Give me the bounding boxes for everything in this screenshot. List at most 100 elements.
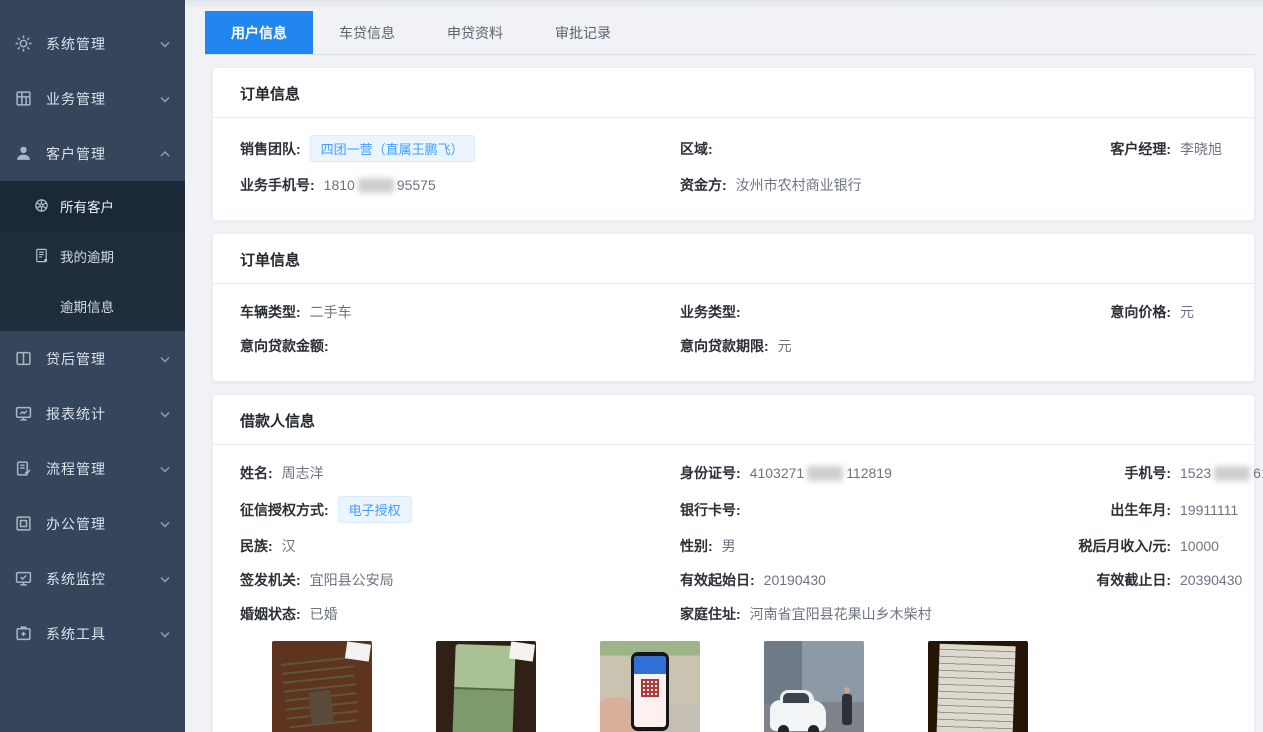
sales-team-tag[interactable]: 四团一营（直属王鹏飞） xyxy=(310,135,475,162)
field-ethnicity: 民族: 汉 xyxy=(240,535,680,557)
field-account-manager: 客户经理: 李晓旭 xyxy=(1075,135,1234,162)
redaction-blur xyxy=(807,466,843,481)
field-empty xyxy=(1075,174,1234,196)
field-name: 姓名: 周志洋 xyxy=(240,462,680,484)
phone-authorization-photo[interactable] xyxy=(600,641,700,732)
field-intended-loan-amount: 意向贷款金额: xyxy=(240,335,680,357)
field-bank-card: 银行卡号: xyxy=(680,496,1075,523)
sidebar-item-my-overdue[interactable]: 我的逾期 xyxy=(0,231,185,281)
field-sales-team: 销售团队: 四团一营（直属王鹏飞） xyxy=(240,135,680,162)
document-photo-row: 人像面 登记证书 征信授权 xyxy=(272,641,1254,732)
customer-mgmt-submenu: 所有客户 我的逾期 逾期信息 xyxy=(0,181,185,331)
sidebar-item-label: 客户管理 xyxy=(46,144,159,164)
field-vehicle-type: 车辆类型: 二手车 xyxy=(240,301,680,323)
card-title: 订单信息 xyxy=(213,68,1254,118)
monitor-icon xyxy=(14,405,32,423)
book-icon xyxy=(14,350,32,368)
tab-approval-records[interactable]: 审批记录 xyxy=(529,11,637,54)
chevron-down-icon xyxy=(159,463,171,475)
field-gender: 性别: 男 xyxy=(680,535,1075,557)
monitor-check-icon xyxy=(14,570,32,588)
e-auth-tag[interactable]: 电子授权 xyxy=(338,496,412,523)
field-issuing-authority: 签发机关: 宜阳县公安局 xyxy=(240,569,680,591)
sidebar-item-label: 系统工具 xyxy=(46,624,159,644)
field-id-number: 身份证号: 4103271112819 xyxy=(680,462,1075,484)
sidebar-item-label: 系统管理 xyxy=(46,34,159,54)
tab-car-loan-info[interactable]: 车贷信息 xyxy=(313,11,421,54)
sidebar-item-report-stats[interactable]: 报表统计 xyxy=(0,386,185,441)
sidebar-item-overdue-info[interactable]: 逾期信息 xyxy=(0,281,185,331)
sidebar-item-label: 报表统计 xyxy=(46,404,159,424)
registration-book-photo[interactable] xyxy=(436,641,536,732)
sidebar-item-system-monitor[interactable]: 系统监控 xyxy=(0,551,185,606)
photo-item: 人像面 xyxy=(272,641,372,732)
chevron-down-icon xyxy=(159,573,171,585)
field-empty xyxy=(1075,603,1263,625)
user-icon xyxy=(14,145,32,163)
chevron-down-icon xyxy=(159,93,171,105)
sidebar-item-business-mgmt[interactable]: 业务管理 xyxy=(0,71,185,126)
field-business-phone: 业务手机号: 181095575 xyxy=(240,174,680,196)
field-intended-price: 意向价格: 元 xyxy=(1075,301,1234,323)
sidebar-item-office-mgmt[interactable]: 办公管理 xyxy=(0,496,185,551)
field-monthly-income: 税后月收入/元: 10000 xyxy=(1075,535,1263,557)
gear-icon xyxy=(14,35,32,53)
notebook-icon xyxy=(34,248,50,264)
field-birth-date: 出生年月: 19911111 xyxy=(1075,496,1263,523)
field-valid-until: 有效截止日: 20390430 xyxy=(1075,569,1263,591)
tab-user-info[interactable]: 用户信息 xyxy=(205,11,313,54)
photo-item: 人车合影 xyxy=(764,641,864,732)
field-grid: 销售团队: 四团一营（直属王鹏飞） 区域: 客户经理: 李晓旭 业务手机号: 1… xyxy=(213,118,1254,220)
sidebar-item-label: 所有客户 xyxy=(60,196,114,216)
handwritten-document-photo[interactable] xyxy=(928,641,1028,732)
sidebar-item-system-tools[interactable]: 系统工具 xyxy=(0,606,185,661)
field-home-address: 家庭住址: 河南省宜阳县花果山乡木柴村 xyxy=(680,603,1075,625)
field-marital-status: 婚姻状态: 已婚 xyxy=(240,603,680,625)
sidebar-item-postloan-mgmt[interactable]: 贷后管理 xyxy=(0,331,185,386)
borrower-info-card: 借款人信息 姓名: 周志洋 身份证号: 4103271112819 手机号: 1… xyxy=(212,394,1255,732)
order-detail-card: 订单信息 车辆类型: 二手车 业务类型: 意向价格: 元 意向贷款金额: xyxy=(212,233,1255,382)
tab-loan-application-docs[interactable]: 申贷资料 xyxy=(421,11,529,54)
field-credit-auth-method: 征信授权方式: 电子授权 xyxy=(240,496,680,523)
chevron-down-icon xyxy=(159,518,171,530)
app-window: 系统管理 业务管理 客户管理 xyxy=(0,0,1263,732)
field-empty xyxy=(1075,335,1234,357)
card-title: 订单信息 xyxy=(213,234,1254,284)
chevron-down-icon xyxy=(159,38,171,50)
sidebar-nav: 系统管理 业务管理 客户管理 xyxy=(0,0,185,661)
field-valid-from: 有效起始日: 20190430 xyxy=(680,569,1075,591)
sidebar-item-customer-mgmt[interactable]: 客户管理 xyxy=(0,126,185,181)
sidebar-item-label: 逾期信息 xyxy=(60,296,114,316)
photo-item: 登记证书 xyxy=(436,641,536,732)
photo-item: 征信授权 xyxy=(600,641,700,732)
sidebar-item-system-mgmt[interactable]: 系统管理 xyxy=(0,16,185,71)
top-shadow-strip xyxy=(185,0,1263,10)
tab-bar: 用户信息 车贷信息 申贷资料 审批记录 xyxy=(205,10,1255,55)
sidebar-item-label: 贷后管理 xyxy=(46,349,159,369)
content-area: 用户信息 车贷信息 申贷资料 审批记录 订单信息 销售团队: 四团一营（直属王鹏… xyxy=(185,0,1263,732)
workflow-icon xyxy=(14,460,32,478)
wheel-icon xyxy=(34,198,50,214)
card-title: 借款人信息 xyxy=(213,395,1254,445)
sidebar-item-all-customers[interactable]: 所有客户 xyxy=(0,181,185,231)
photo-item: 其他材料 xyxy=(928,641,1028,732)
field-grid: 姓名: 周志洋 身份证号: 4103271112819 手机号: 1523613… xyxy=(213,445,1254,625)
office-icon xyxy=(14,515,32,533)
sidebar-item-label: 系统监控 xyxy=(46,569,159,589)
redaction-blur xyxy=(1214,466,1250,481)
sidebar-item-label: 业务管理 xyxy=(46,89,159,109)
field-mobile: 手机号: 15236137 xyxy=(1075,462,1263,484)
sidebar-item-workflow-mgmt[interactable]: 流程管理 xyxy=(0,441,185,496)
toolbox-icon xyxy=(14,625,32,643)
chevron-down-icon xyxy=(159,408,171,420)
chevron-down-icon xyxy=(159,353,171,365)
field-intended-loan-term: 意向贷款期限: 元 xyxy=(680,335,1075,357)
field-region: 区域: xyxy=(680,135,1075,162)
field-business-type: 业务类型: xyxy=(680,301,1075,323)
id-card-photo[interactable] xyxy=(272,641,372,732)
sidebar-item-label: 流程管理 xyxy=(46,459,159,479)
order-info-card: 订单信息 销售团队: 四团一营（直属王鹏飞） 区域: 客户经理: 李晓旭 业务手… xyxy=(212,67,1255,221)
person-car-photo[interactable] xyxy=(764,641,864,732)
grid-icon xyxy=(14,90,32,108)
chevron-up-icon xyxy=(159,148,171,160)
